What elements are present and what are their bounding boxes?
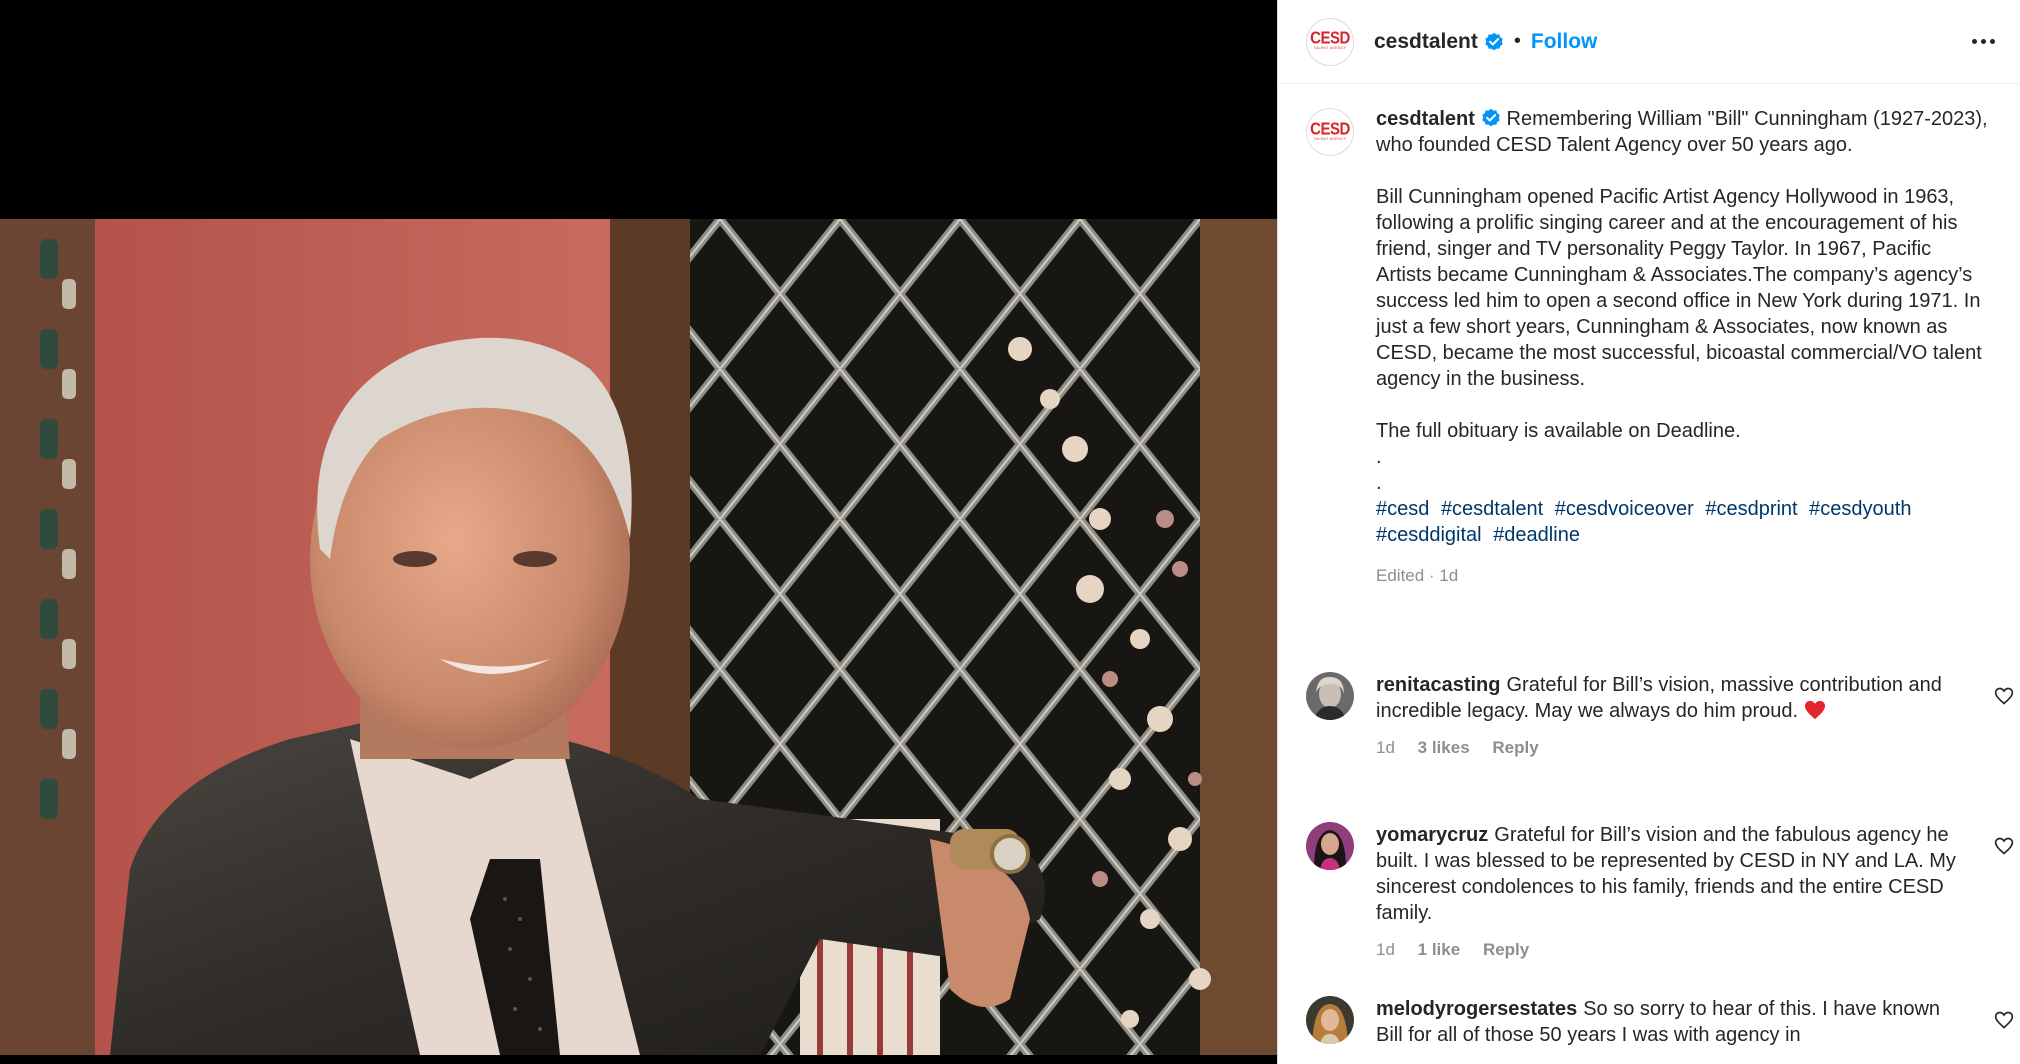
header-separator: • bbox=[1513, 30, 1521, 52]
caption-dot: . bbox=[1376, 472, 1382, 494]
comment-body: melodyrogersestates So so sorry to hear o… bbox=[1376, 996, 1966, 1048]
hashtag-link[interactable]: #cesdtalent bbox=[1441, 498, 1543, 520]
reply-button[interactable]: Reply bbox=[1483, 940, 1529, 959]
comment-body: renitacasting Grateful for Bill’s vision,… bbox=[1376, 672, 1966, 758]
comment-time: 1d bbox=[1376, 738, 1395, 757]
hashtag-link[interactable]: #cesdprint bbox=[1705, 498, 1797, 520]
commenter-username[interactable]: renitacasting bbox=[1376, 674, 1500, 696]
avatar-image bbox=[1306, 822, 1354, 870]
caption-author-avatar[interactable]: CESD TALENT AGENCY bbox=[1306, 108, 1354, 156]
verified-badge-icon bbox=[1482, 108, 1500, 127]
comment-text-line: melodyrogersestates So so sorry to hear o… bbox=[1376, 996, 1966, 1048]
caption-timestamp: Edited · 1d bbox=[1376, 566, 1459, 585]
author-avatar[interactable]: CESD TALENT AGENCY bbox=[1306, 17, 1354, 66]
heart-outline-icon[interactable] bbox=[1994, 686, 2014, 706]
follow-button[interactable]: Follow bbox=[1531, 30, 1598, 54]
caption-dot: . bbox=[1376, 446, 1382, 468]
caption-paragraph: Bill Cunningham opened Pacific Artist Ag… bbox=[1376, 186, 1982, 390]
commenter-username[interactable]: melodyrogersestates bbox=[1376, 998, 1577, 1020]
avatar-logo-text: CESD bbox=[1310, 28, 1350, 49]
hashtag-link[interactable]: #cesd bbox=[1376, 498, 1429, 520]
avatar-image bbox=[1306, 672, 1354, 720]
comment-item: melodyrogersestates So so sorry to hear o… bbox=[1306, 996, 2014, 1048]
commenter-avatar[interactable] bbox=[1306, 996, 1354, 1044]
hashtag-list: #cesd #cesdtalent #cesdvoiceover #cesdpr… bbox=[1376, 496, 1990, 548]
avatar-image bbox=[1306, 996, 1354, 1044]
reply-button[interactable]: Reply bbox=[1492, 738, 1538, 757]
post-media bbox=[0, 0, 1277, 1064]
caption-username[interactable]: cesdtalent bbox=[1376, 108, 1475, 130]
photo-illustration bbox=[0, 219, 1277, 1055]
post-side-panel: CESD TALENT AGENCY cesdtalent • Follow C… bbox=[1277, 0, 2020, 1064]
avatar-logo-text: CESD bbox=[1310, 119, 1350, 139]
comment-meta: 1d 1 like Reply bbox=[1376, 940, 1966, 960]
comment-text-line: yomarycruz Grateful for Bill’s vision and… bbox=[1376, 822, 1966, 926]
comment-likes[interactable]: 3 likes bbox=[1418, 738, 1470, 757]
post-header: CESD TALENT AGENCY cesdtalent • Follow bbox=[1278, 0, 2020, 84]
more-options-icon[interactable] bbox=[1968, 26, 1998, 56]
heart-outline-icon[interactable] bbox=[1994, 836, 2014, 856]
verified-badge-icon bbox=[1485, 32, 1503, 50]
hashtag-link[interactable]: #cesdyouth bbox=[1809, 498, 1911, 520]
commenter-avatar[interactable] bbox=[1306, 822, 1354, 870]
hashtag-link[interactable]: #cesddigital bbox=[1376, 524, 1482, 546]
comment-text-line: renitacasting Grateful for Bill’s vision,… bbox=[1376, 672, 1966, 724]
post-caption: CESD TALENT AGENCY cesdtalent Rememberin… bbox=[1306, 106, 2006, 586]
comment-meta: 1d 3 likes Reply bbox=[1376, 738, 1966, 758]
caption-body: cesdtalent Remembering William "Bill" Cu… bbox=[1376, 106, 1990, 586]
comment-likes[interactable]: 1 like bbox=[1418, 940, 1461, 959]
comment-time: 1d bbox=[1376, 940, 1395, 959]
author-username[interactable]: cesdtalent bbox=[1374, 30, 1478, 54]
commenter-avatar[interactable] bbox=[1306, 672, 1354, 720]
caption-intro-line: cesdtalent Remembering William "Bill" Cu… bbox=[1376, 106, 1990, 158]
red-heart-emoji-icon bbox=[1804, 700, 1825, 720]
commenter-username[interactable]: yomarycruz bbox=[1376, 824, 1488, 846]
post-photo[interactable] bbox=[0, 219, 1277, 1055]
comment-body: yomarycruz Grateful for Bill’s vision and… bbox=[1376, 822, 1966, 960]
hashtag-link[interactable]: #cesdvoiceover bbox=[1555, 498, 1694, 520]
caption-obituary: The full obituary is available on Deadli… bbox=[1376, 420, 1741, 442]
comment-item: renitacasting Grateful for Bill’s vision,… bbox=[1306, 672, 2014, 758]
hashtag-link[interactable]: #deadline bbox=[1493, 524, 1580, 546]
heart-outline-icon[interactable] bbox=[1994, 1010, 2014, 1030]
comment-item: yomarycruz Grateful for Bill’s vision and… bbox=[1306, 822, 2014, 960]
